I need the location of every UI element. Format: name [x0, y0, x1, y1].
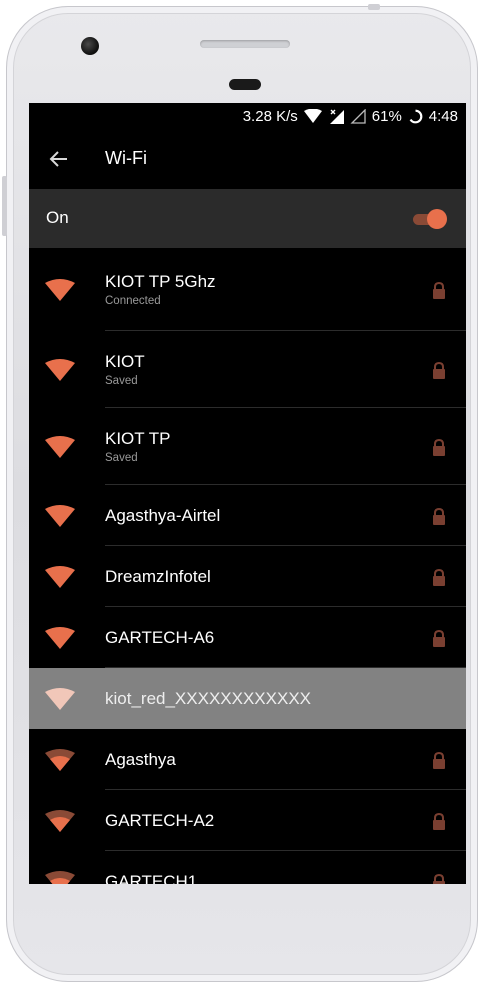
wifi-signal-full-icon	[45, 566, 75, 588]
clock: 4:48	[428, 107, 458, 125]
lock-icon	[432, 281, 446, 299]
network-status: Saved	[105, 452, 138, 464]
network-name: Agasthya-Airtel	[105, 506, 221, 525]
app-bar: Wi-Fi	[29, 129, 466, 189]
network-name: DreamzInfotel	[105, 567, 211, 586]
network-name: KIOT TP 5Ghz	[105, 272, 216, 291]
lock-icon	[432, 438, 446, 456]
wifi-signal-medium-icon	[45, 871, 75, 884]
wifi-signal-full-icon	[45, 627, 75, 649]
network-row[interactable]: kiot_red_XXXXXXXXXXXX	[29, 668, 466, 729]
network-name: Agasthya	[105, 750, 176, 769]
battery-percentage: 61%	[371, 107, 402, 125]
switch-thumb	[427, 209, 447, 229]
lock-icon	[432, 629, 446, 647]
network-list: KIOT TP 5Ghz Connected KIOT Saved KIOT TP Sav…	[29, 248, 466, 884]
network-row[interactable]: Agasthya	[29, 729, 466, 790]
wifi-toggle-switch[interactable]	[413, 209, 447, 229]
lock-icon	[432, 873, 446, 884]
screen: 3.28 K/s 61% 4:48 Wi-Fi On KIOT TP 5Ghz C…	[29, 103, 466, 884]
network-status: Connected	[105, 295, 161, 307]
page-title: Wi-Fi	[105, 148, 147, 168]
power-button	[368, 4, 380, 10]
wifi-status-icon	[303, 109, 322, 123]
wifi-signal-full-icon	[45, 279, 75, 301]
wifi-toggle-label: On	[46, 208, 69, 227]
wifi-signal-full-icon	[45, 436, 75, 458]
wifi-signal-full-icon	[45, 505, 75, 527]
lock-icon	[432, 507, 446, 525]
wifi-signal-full-icon	[45, 688, 75, 710]
sensor-slot	[229, 79, 261, 90]
network-name: GARTECH-A2	[105, 811, 215, 830]
lock-icon	[432, 568, 446, 586]
status-bar: 3.28 K/s 61% 4:48	[29, 103, 466, 129]
network-name: kiot_red_XXXXXXXXXXXX	[105, 689, 312, 708]
network-status: Saved	[105, 375, 138, 387]
network-row[interactable]: GARTECH-A6	[29, 607, 466, 668]
side-button	[2, 176, 7, 236]
cell-signal-icon	[328, 109, 344, 124]
network-row[interactable]: GARTECH1	[29, 851, 466, 884]
earpiece-speaker	[200, 40, 290, 48]
back-arrow-icon[interactable]	[49, 149, 69, 169]
wifi-signal-medium-icon	[45, 749, 75, 771]
network-name: GARTECH-A6	[105, 628, 215, 647]
lock-icon	[432, 812, 446, 830]
network-row[interactable]: GARTECH-A2	[29, 790, 466, 851]
network-row[interactable]: KIOT TP 5Ghz Connected	[29, 248, 466, 331]
wifi-signal-medium-icon	[45, 810, 75, 832]
network-name: GARTECH1	[105, 872, 198, 884]
network-name: KIOT TP	[105, 429, 171, 448]
wifi-toggle-row[interactable]: On	[29, 189, 466, 248]
cell-signal-empty-icon	[350, 108, 366, 124]
network-row[interactable]: Agasthya-Airtel	[29, 485, 466, 546]
lock-icon	[432, 361, 446, 379]
wifi-signal-full-icon	[45, 359, 75, 381]
network-speed: 3.28 K/s	[242, 107, 298, 125]
network-row[interactable]: KIOT TP Saved	[29, 408, 466, 485]
front-camera	[81, 37, 99, 55]
network-name: KIOT	[105, 352, 145, 371]
network-row[interactable]: KIOT Saved	[29, 331, 466, 408]
network-row[interactable]: DreamzInfotel	[29, 546, 466, 607]
lock-icon	[432, 751, 446, 769]
battery-icon	[408, 109, 423, 124]
